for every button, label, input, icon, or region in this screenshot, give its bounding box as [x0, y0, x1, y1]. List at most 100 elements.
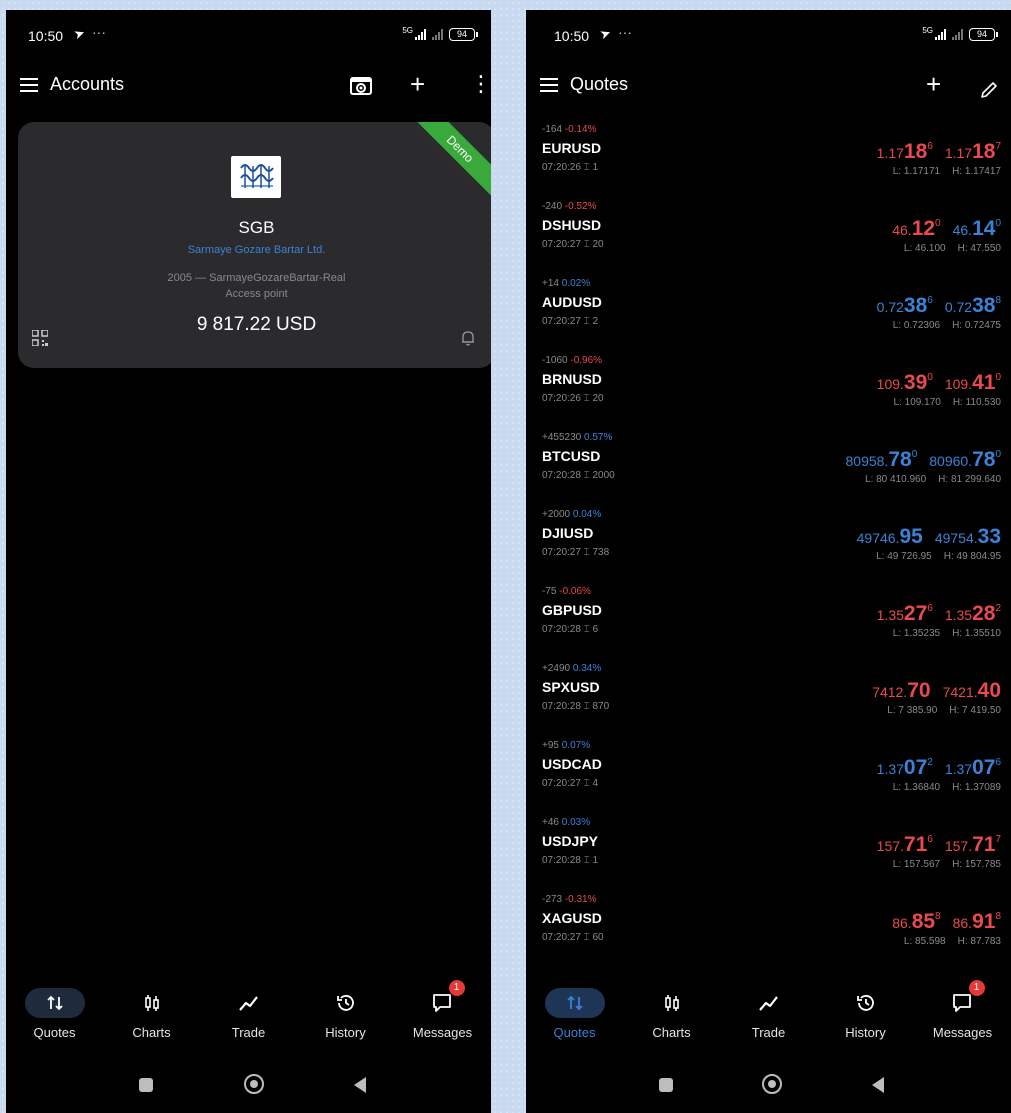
recents-icon[interactable] [659, 1078, 673, 1092]
ask-price-prefix: 80960. [929, 453, 973, 469]
bottom-nav: Quotes Charts Trade History 1 Messages [526, 980, 1011, 1058]
account-company: Sarmaye Gozare Bartar Ltd. [187, 244, 326, 256]
qr-code-icon[interactable] [31, 329, 49, 347]
quote-row[interactable]: -1060 -0.96% BRNUSD 07:20:26 ⌶ 20 109.390 10… [526, 355, 1011, 432]
recents-icon[interactable] [139, 1078, 153, 1092]
bid-price-prefix: 157. [876, 838, 904, 854]
bid-price-sup: 0 [935, 218, 941, 229]
bid-price-sup: 6 [927, 603, 933, 614]
nav-quotes[interactable]: Quotes [6, 988, 103, 1058]
nav-history[interactable]: History [817, 988, 914, 1058]
spread-icon: ⌶ [583, 470, 590, 481]
quote-high: H: 81 299.640 [938, 474, 1001, 485]
nav-trade[interactable]: Trade [720, 988, 817, 1058]
quote-low: L: 49 726.95 [876, 551, 932, 562]
quote-row[interactable]: +14 0.02% AUDUSD 07:20:27 ⌶ 2 0.72386 0.7238… [526, 278, 1011, 355]
messages-badge: 1 [968, 980, 985, 996]
add-symbol-icon[interactable]: + [926, 70, 941, 98]
battery-icon: 94 [969, 28, 998, 41]
quote-range: L: 0.72306 H: 0.72475 [893, 320, 1001, 331]
nav-history[interactable]: History [297, 988, 394, 1058]
ask-price-prefix: 49754. [934, 530, 978, 546]
ask-price: 49754.33 [935, 521, 1001, 549]
ask-price-big: 91 [972, 910, 996, 933]
quote-timestamp: 07:20:27 [542, 547, 581, 558]
home-icon[interactable] [244, 1074, 264, 1094]
ask-price: 1.17187 [945, 136, 1001, 164]
quote-change-points: +2490 [542, 663, 571, 674]
bid-price: 157.716 [877, 829, 933, 857]
spread-icon: ⌶ [583, 162, 590, 173]
quotes-icon [544, 988, 605, 1018]
quote-change-percent: 0.03% [561, 817, 591, 828]
nav-label: Quotes [33, 1025, 76, 1040]
quote-high: H: 110.530 [952, 397, 1001, 408]
quote-symbol: BRNUSD [542, 371, 602, 387]
ask-price: 1.37076 [945, 752, 1001, 780]
quote-row[interactable]: -240 -0.52% DSHUSD 07:20:27 ⌶ 20 46.120 46.1… [526, 201, 1011, 278]
quote-spread: 1 [592, 162, 599, 173]
bid-price-big: 07 [903, 756, 928, 779]
nav-trade[interactable]: Trade [200, 988, 297, 1058]
quote-spread: 20 [592, 239, 604, 250]
quote-time: 07:20:27 ⌶ 4 [542, 778, 598, 789]
battery-icon: 94 [449, 28, 478, 41]
nav-charts[interactable]: Charts [103, 988, 200, 1058]
quote-low: L: 1.17171 [892, 166, 941, 177]
bid-price-big: 71 [903, 833, 928, 856]
bid-price-big: 70 [907, 679, 931, 702]
quote-low: L: 1.35235 [892, 628, 941, 639]
quote-change-points: -164 [542, 124, 563, 135]
bell-icon[interactable] [461, 330, 475, 346]
quote-prices: 80958.780 80960.780 [846, 444, 1002, 472]
system-nav [6, 1065, 491, 1105]
quote-row[interactable]: +46 0.03% USDJPY 07:20:28 ⌶ 1 157.716 157.71… [526, 817, 1011, 894]
bottom-nav: Quotes Charts Trade History 1 Messages [6, 980, 491, 1058]
ask-price-prefix: 1.17 [944, 145, 973, 161]
back-icon[interactable] [872, 1077, 884, 1093]
nav-charts[interactable]: Charts [623, 988, 720, 1058]
quote-row[interactable]: +455230 0.57% BTCUSD 07:20:28 ⌶ 2000 80958.… [526, 432, 1011, 509]
nav-quotes[interactable]: Quotes [526, 988, 623, 1058]
quotes-list: -164 -0.14% EURUSD 07:20:26 ⌶ 1 1.17186 1.17… [526, 124, 1011, 971]
quote-prices: 109.390 109.410 [877, 367, 1001, 395]
quote-change: -164 -0.14% [542, 124, 596, 135]
menu-icon[interactable] [540, 78, 558, 92]
quote-range: L: 46.100 H: 47.550 [904, 243, 1001, 254]
nav-messages[interactable]: 1 Messages [914, 980, 1011, 1058]
quote-row[interactable]: +2490 0.34% SPXUSD 07:20:28 ⌶ 870 7412.70 74… [526, 663, 1011, 740]
signal-icon [415, 29, 426, 40]
bid-price-prefix: 1.35 [876, 607, 904, 623]
quote-row[interactable]: +95 0.07% USDCAD 07:20:27 ⌶ 4 1.37072 1.3707… [526, 740, 1011, 817]
quote-row[interactable]: -273 -0.31% XAGUSD 07:20:27 ⌶ 60 86.858 86.9… [526, 894, 1011, 971]
account-balance: 9 817.22 USD [196, 314, 317, 335]
ask-price-prefix: 1.35 [944, 607, 973, 623]
quote-change-percent: -0.31% [564, 894, 597, 905]
ask-price-sup: 7 [995, 141, 1001, 152]
bid-price-prefix: 1.17 [876, 145, 904, 161]
quote-row[interactable]: +2000 0.04% DJIUSD 07:20:27 ⌶ 738 49746.95 4… [526, 509, 1011, 586]
bid-price: 1.37072 [877, 752, 933, 780]
quote-spread: 6 [592, 624, 599, 635]
quote-row[interactable]: -164 -0.14% EURUSD 07:20:26 ⌶ 1 1.17186 1.17… [526, 124, 1011, 201]
ask-price-prefix: 157. [944, 838, 973, 854]
home-icon[interactable] [762, 1074, 782, 1094]
ask-price: 1.35282 [945, 598, 1001, 626]
add-account-icon[interactable]: + [410, 70, 425, 98]
back-icon[interactable] [354, 1077, 366, 1093]
nav-messages[interactable]: 1 Messages [394, 980, 491, 1058]
quote-symbol: BTCUSD [542, 448, 601, 464]
quote-change-percent: 0.34% [572, 663, 602, 674]
bid-price: 0.72386 [877, 290, 933, 318]
bid-price-prefix: 86. [892, 915, 912, 931]
bid-price-sup: 6 [927, 141, 933, 152]
bid-price-prefix: 7412. [872, 684, 908, 700]
account-card[interactable]: Demo SGB Sarmaye Gozare Bartar Ltd. 2005… [18, 122, 491, 368]
connection-settings-icon[interactable] [350, 74, 372, 102]
menu-icon[interactable] [20, 78, 38, 92]
quote-change: -273 -0.31% [542, 894, 596, 905]
quote-row[interactable]: -75 -0.06% GBPUSD 07:20:28 ⌶ 6 1.35276 1.352… [526, 586, 1011, 663]
quote-time: 07:20:27 ⌶ 60 [542, 932, 604, 943]
more-options-icon[interactable]: ⋮ [470, 70, 491, 98]
edit-icon[interactable] [980, 76, 998, 104]
